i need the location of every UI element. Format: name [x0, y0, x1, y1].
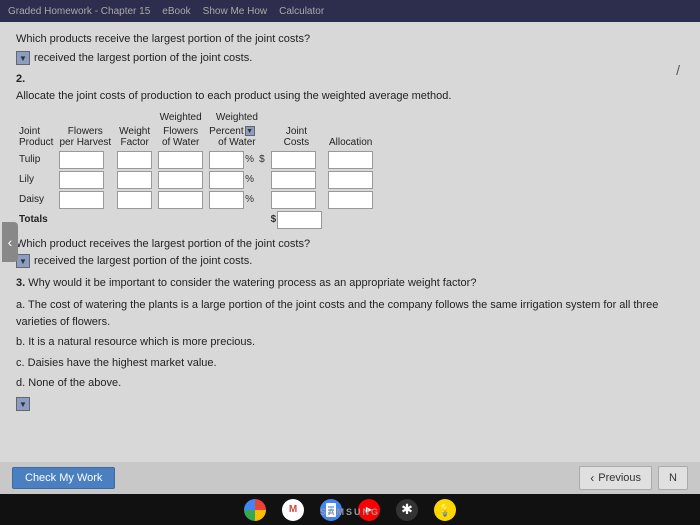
joint-cost-table-container: Joint Product Flowers per Harvest Weight… — [16, 111, 684, 230]
daisy-weight-input[interactable] — [117, 191, 152, 209]
th-weighted-top: Weighted — [155, 111, 206, 125]
tulip-flowers-input[interactable] — [59, 151, 104, 169]
q1-answer-row: ▼ received the largest portion of the jo… — [16, 51, 684, 65]
q3-option-d: d. None of the above. — [16, 375, 684, 392]
q1-text: Which products receive the largest porti… — [16, 32, 684, 47]
q3-question: Why would it be important to consider th… — [28, 277, 476, 289]
table-row: Daisy % — [16, 190, 376, 210]
q3-option-c: c. Daisies have the highest market value… — [16, 355, 684, 372]
q1-dropdown[interactable]: ▼ — [16, 51, 30, 65]
taskbar: M ▶ ✱ 💡 SAMSUNG — [0, 494, 700, 525]
previous-button[interactable]: ‹ Previous — [579, 466, 652, 490]
left-nav-arrow[interactable]: ‹ — [2, 222, 18, 262]
joint-cost-table: Joint Product Flowers per Harvest Weight… — [16, 111, 376, 230]
tulip-wt-flowers-input[interactable] — [158, 151, 203, 169]
asterisk-icon[interactable]: ✱ — [396, 499, 418, 521]
daisy-allocation-input[interactable] — [328, 191, 373, 209]
daisy-pct-input[interactable] — [209, 191, 244, 209]
daisy-wt-flowers-input[interactable] — [158, 191, 203, 209]
daisy-flowers-input[interactable] — [59, 191, 104, 209]
check-my-work-button[interactable]: Check My Work — [12, 467, 115, 489]
q2-number: 2. — [16, 73, 684, 85]
tulip-weight-input[interactable] — [117, 151, 152, 169]
th-weight-factor: Weight Factor — [114, 111, 155, 150]
lily-weight-input[interactable] — [117, 171, 152, 189]
lily-wt-flowers-input[interactable] — [158, 171, 203, 189]
q1-answer-text: received the largest portion of the join… — [34, 52, 252, 64]
th-weighted-pct-top: Weighted — [206, 111, 267, 125]
th-allocation: Allocation — [325, 111, 376, 150]
q2-which-product-q: Which product receives the largest porti… — [16, 238, 684, 250]
tab-ebook[interactable]: eBook — [162, 6, 190, 17]
tab-homework[interactable]: Graded Homework - Chapter 15 — [8, 6, 150, 17]
product-name: Tulip — [16, 150, 56, 170]
th-flowers-water: Flowers of Water — [155, 125, 206, 150]
q3-option-b: b. It is a natural resource which is mor… — [16, 334, 684, 351]
table-row-totals: Totals $ — [16, 210, 376, 230]
lily-flowers-input[interactable] — [59, 171, 104, 189]
tulip-allocation-input[interactable] — [328, 151, 373, 169]
table-row: Tulip % $ — [16, 150, 376, 170]
q3-number: 3. — [16, 277, 25, 289]
next-label: N — [669, 472, 677, 484]
bottom-bar: Check My Work ‹ Previous N — [0, 462, 700, 494]
q2-answer-row: ▼ received the largest portion of the jo… — [16, 254, 684, 268]
lily-joint-costs-input[interactable] — [271, 171, 316, 189]
q2-dropdown[interactable]: ▼ — [16, 254, 30, 268]
product-name: Daisy — [16, 190, 56, 210]
q2-text: Allocate the joint costs of production t… — [16, 89, 684, 104]
product-name: Lily — [16, 170, 56, 190]
previous-label: Previous — [598, 472, 641, 484]
totals-joint-costs-input[interactable] — [277, 211, 322, 229]
th-flowers-harvest: Flowers per Harvest — [56, 111, 114, 150]
tulip-joint-costs-input[interactable] — [271, 151, 316, 169]
top-bar: Graded Homework - Chapter 15 eBook Show … — [0, 0, 700, 22]
daisy-joint-costs-input[interactable] — [271, 191, 316, 209]
th-joint-costs: Joint Costs — [268, 111, 326, 150]
q3-text: 3. Why would it be important to consider… — [16, 276, 684, 291]
gmail-icon[interactable]: M — [282, 499, 304, 521]
q2-answer-text: received the largest portion of the join… — [34, 255, 252, 267]
table-row: Lily % — [16, 170, 376, 190]
main-content: ‹ / Which products receive the largest p… — [0, 22, 700, 462]
samsung-text: SAMSUNG — [320, 507, 380, 517]
lily-pct-input[interactable] — [209, 171, 244, 189]
pct-water-dropdown[interactable]: ▼ — [245, 126, 255, 136]
tab-calculator[interactable]: Calculator — [279, 6, 324, 17]
q3-option-a: a. The cost of watering the plants is a … — [16, 297, 684, 330]
tab-show-me-how[interactable]: Show Me How — [203, 6, 267, 17]
tulip-pct-input[interactable] — [209, 151, 244, 169]
next-button[interactable]: N — [658, 466, 688, 490]
bulb-icon[interactable]: 💡 — [434, 499, 456, 521]
left-arrow-icon: ‹ — [590, 471, 594, 485]
lily-allocation-input[interactable] — [328, 171, 373, 189]
chrome-icon[interactable] — [244, 499, 266, 521]
th-pct-water: Percent ▼ of Water — [206, 125, 267, 150]
th-joint-product: Joint Product — [16, 111, 56, 150]
q3-dropdown[interactable]: ▼ — [16, 397, 30, 411]
slash-mark: / — [676, 62, 680, 78]
totals-label: Totals — [16, 210, 56, 230]
